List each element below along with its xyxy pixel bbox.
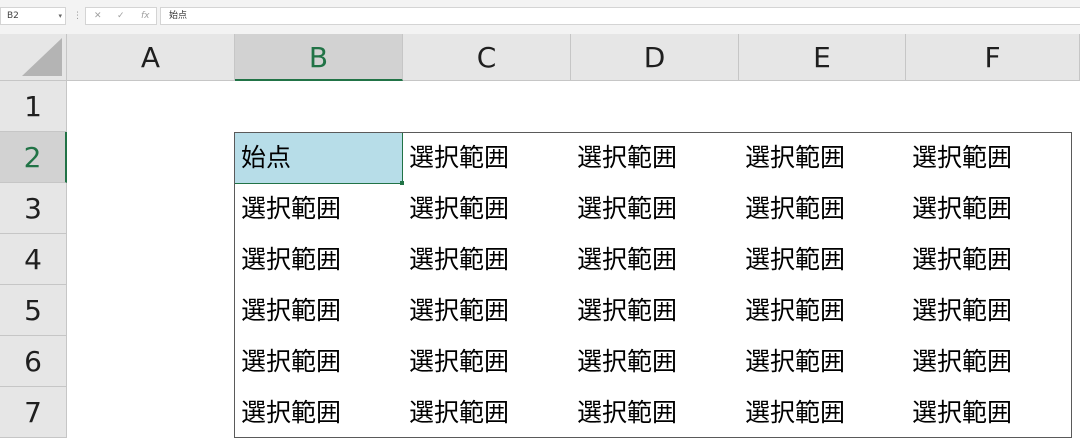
chevron-down-icon[interactable]: ▾ xyxy=(58,8,62,24)
formula-bar: B2 ▾ ⋮ ✕ ✓ fx 始点 xyxy=(0,0,1080,34)
row-header-4[interactable]: 4 xyxy=(0,234,67,285)
row-header-7[interactable]: 7 xyxy=(0,387,67,438)
cell-e4[interactable]: 選択範囲 xyxy=(739,234,906,285)
cell-e3[interactable]: 選択範囲 xyxy=(739,183,906,234)
cell-c2[interactable]: 選択範囲 xyxy=(403,132,571,183)
cell-d4[interactable]: 選択範囲 xyxy=(571,234,739,285)
cell-c4[interactable]: 選択範囲 xyxy=(403,234,571,285)
cell-c3[interactable]: 選択範囲 xyxy=(403,183,571,234)
cell-d3[interactable]: 選択範囲 xyxy=(571,183,739,234)
row-header-1[interactable]: 1 xyxy=(0,81,67,132)
cell-d7[interactable]: 選択範囲 xyxy=(571,387,739,438)
cell-e2[interactable]: 選択範囲 xyxy=(739,132,906,183)
row-header-6[interactable]: 6 xyxy=(0,336,67,387)
cell-e6[interactable]: 選択範囲 xyxy=(739,336,906,387)
column-header-d[interactable]: D xyxy=(571,34,739,81)
column-header-a[interactable]: A xyxy=(67,34,235,81)
column-header-f[interactable]: F xyxy=(906,34,1080,81)
column-header-c[interactable]: C xyxy=(403,34,571,81)
cell-b6[interactable]: 選択範囲 xyxy=(235,336,403,387)
cell-b4[interactable]: 選択範囲 xyxy=(235,234,403,285)
cell-c5[interactable]: 選択範囲 xyxy=(403,285,571,336)
cancel-icon[interactable]: ✕ xyxy=(94,8,102,24)
select-all-triangle-icon xyxy=(22,38,62,76)
name-box-value: B2 xyxy=(7,11,19,21)
cell-d5[interactable]: 選択範囲 xyxy=(571,285,739,336)
select-all-button[interactable] xyxy=(0,34,67,81)
insert-function-icon[interactable]: fx xyxy=(141,8,150,24)
row-header-3[interactable]: 3 xyxy=(0,183,67,234)
cell-area[interactable]: 始点 選択範囲 選択範囲 選択範囲 選択範囲 選択範囲 選択範囲 選択範囲 選択範囲 選択範囲 選択… xyxy=(67,81,1080,443)
fill-handle[interactable] xyxy=(400,181,404,185)
formula-buttons: ✕ ✓ fx xyxy=(85,7,157,25)
drag-handle-icon[interactable]: ⋮ xyxy=(73,8,82,24)
cell-d2[interactable]: 選択範囲 xyxy=(571,132,739,183)
row-header-2[interactable]: 2 xyxy=(0,132,67,183)
cell-b3[interactable]: 選択範囲 xyxy=(235,183,403,234)
column-header-e[interactable]: E xyxy=(739,34,906,81)
row-header-5[interactable]: 5 xyxy=(0,285,67,336)
cell-b7[interactable]: 選択範囲 xyxy=(235,387,403,438)
cell-b2[interactable]: 始点 xyxy=(235,132,403,183)
enter-icon[interactable]: ✓ xyxy=(117,8,125,24)
formula-input[interactable]: 始点 xyxy=(160,7,1080,25)
cell-c7[interactable]: 選択範囲 xyxy=(403,387,571,438)
cell-c6[interactable]: 選択範囲 xyxy=(403,336,571,387)
cell-e7[interactable]: 選択範囲 xyxy=(739,387,906,438)
worksheet-grid: ABCDEF 1234567 始点 選択範囲 選択範囲 選択範囲 選択範囲 選択範囲 選択範… xyxy=(0,34,1080,443)
cell-e5[interactable]: 選択範囲 xyxy=(739,285,906,336)
cell-b5[interactable]: 選択範囲 xyxy=(235,285,403,336)
name-box[interactable]: B2 ▾ xyxy=(0,7,66,25)
column-header-b[interactable]: B xyxy=(235,34,403,81)
cell-f4[interactable]: 選択範囲 xyxy=(906,234,1080,285)
cell-f2[interactable]: 選択範囲 xyxy=(906,132,1080,183)
cell-f6[interactable]: 選択範囲 xyxy=(906,336,1080,387)
cell-f5[interactable]: 選択範囲 xyxy=(906,285,1080,336)
cell-f7[interactable]: 選択範囲 xyxy=(906,387,1080,438)
cell-d6[interactable]: 選択範囲 xyxy=(571,336,739,387)
cell-f3[interactable]: 選択範囲 xyxy=(906,183,1080,234)
